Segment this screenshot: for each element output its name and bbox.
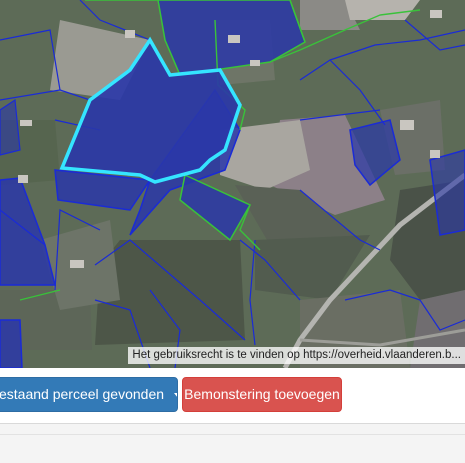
parcel-dropdown-button[interactable]: estaand perceel gevonden — [0, 377, 178, 412]
footer-area — [0, 424, 465, 463]
map-attribution[interactable]: Het gebruiksrecht is te vinden op https:… — [128, 347, 465, 364]
parcel[interactable] — [0, 319, 23, 368]
add-sampling-button[interactable]: Bemonstering toevoegen — [182, 377, 342, 412]
parcel-dropdown-label: estaand perceel gevonden — [0, 386, 165, 402]
caret-down-icon — [173, 392, 177, 398]
divider — [0, 434, 465, 435]
toolbar: estaand perceel gevonden Bemonstering to… — [0, 368, 465, 424]
map-view[interactable]: Het gebruiksrecht is te vinden op https:… — [0, 0, 465, 368]
map-canvas[interactable] — [0, 0, 465, 368]
